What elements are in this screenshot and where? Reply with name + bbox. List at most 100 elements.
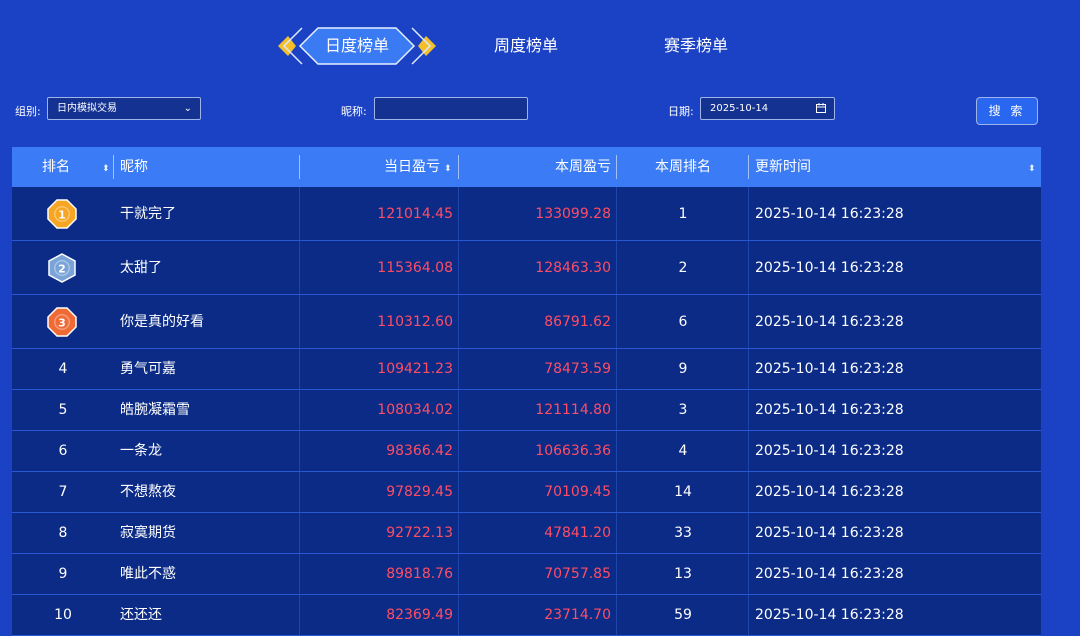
nickname-cell: 还还还: [120, 607, 162, 623]
sort-time-icon[interactable]: ⬍: [1024, 147, 1036, 187]
update-time-cell: 2025-10-14 16:23:28: [755, 607, 904, 623]
column-gridline: [299, 295, 300, 348]
nickname-cell: 不想熬夜: [120, 484, 176, 500]
date-value: 2025-10-14: [710, 103, 769, 114]
table-row: 8 寂寞期货 92722.13 47841.20 33 2025-10-14 16:23:…: [12, 513, 1041, 554]
column-divider: [748, 155, 749, 179]
weekly-pnl-cell: 86791.62: [544, 314, 611, 330]
week-rank-cell: 3: [678, 402, 688, 418]
nickname-cell: 一条龙: [120, 443, 162, 459]
tab-weekly[interactable]: 周度榜单: [476, 24, 576, 68]
column-gridline: [299, 187, 300, 240]
rank-cell: 8: [58, 525, 68, 541]
daily-pnl-cell: 108034.02: [377, 402, 453, 418]
weekly-pnl-cell: 78473.59: [544, 361, 611, 377]
update-time-cell: 2025-10-14 16:23:28: [755, 525, 904, 541]
daily-pnl-cell: 109421.23: [377, 361, 453, 377]
update-time-cell: 2025-10-14 16:23:28: [755, 314, 904, 330]
update-time-cell: 2025-10-14 16:23:28: [755, 206, 904, 222]
column-daily-label: 当日盈亏: [384, 159, 440, 175]
leaderboard-tabs: 日度榜单 周度榜单 赛季榜单: [0, 22, 1080, 70]
update-time-cell: 2025-10-14 16:23:28: [755, 361, 904, 377]
rank-medal-icon: 2: [47, 253, 77, 283]
table-row: 1 干就完了 121014.45 133099.28 1 2025-10-14 16:23…: [12, 187, 1041, 241]
svg-text:2: 2: [58, 263, 66, 276]
date-label: 日期:: [668, 105, 694, 118]
tab-season[interactable]: 赛季榜单: [646, 24, 746, 68]
column-gridline: [458, 241, 459, 294]
week-rank-cell: 4: [678, 443, 688, 459]
leaderboard-table: 排名 ⬍ 昵称 当日盈亏 ⬍ 本周盈亏 本周排名 更新时间 ⬍ 1 干就完了 1210…: [12, 147, 1041, 636]
column-gridline: [458, 349, 459, 389]
week-rank-cell: 9: [678, 361, 688, 377]
nickname-cell: 寂寞期货: [120, 525, 176, 541]
column-gridline: [299, 554, 300, 594]
column-gridline: [748, 472, 749, 512]
rank-medal-icon: 1: [47, 199, 77, 229]
column-gridline: [616, 431, 617, 471]
rank-cell: 6: [58, 443, 68, 459]
tab-daily[interactable]: 日度榜单: [276, 24, 438, 68]
daily-pnl-cell: 97829.45: [386, 484, 453, 500]
update-time-cell: 2025-10-14 16:23:28: [755, 443, 904, 459]
sort-daily-icon[interactable]: ⬍: [444, 164, 452, 174]
week-rank-cell: 59: [674, 607, 692, 623]
week-rank-cell: 13: [674, 566, 692, 582]
column-gridline: [299, 241, 300, 294]
table-row: 5 皓腕凝霜雪 108034.02 121114.80 3 2025-10-14 16:2…: [12, 390, 1041, 431]
column-week-rank: 本周排名: [655, 159, 711, 175]
weekly-pnl-cell: 47841.20: [544, 525, 611, 541]
weekly-pnl-cell: 23714.70: [544, 607, 611, 623]
week-rank-cell: 2: [678, 260, 688, 276]
group-select-value: 日内模拟交易: [57, 103, 117, 114]
table-row: 10 还还还 82369.49 23714.70 59 2025-10-14 16:23:…: [12, 595, 1041, 636]
column-gridline: [458, 295, 459, 348]
column-divider: [113, 155, 114, 179]
update-time-cell: 2025-10-14 16:23:28: [755, 484, 904, 500]
column-gridline: [458, 513, 459, 553]
rank-cell: 10: [54, 607, 72, 623]
svg-text:1: 1: [58, 209, 66, 222]
column-gridline: [458, 390, 459, 430]
column-gridline: [616, 241, 617, 294]
column-daily[interactable]: 当日盈亏 ⬍: [384, 147, 452, 187]
column-gridline: [299, 349, 300, 389]
column-gridline: [299, 513, 300, 553]
nickname-cell: 勇气可嘉: [120, 361, 176, 377]
sort-rank-icon[interactable]: ⬍: [98, 147, 110, 187]
weekly-pnl-cell: 121114.80: [535, 402, 611, 418]
column-gridline: [299, 390, 300, 430]
daily-pnl-cell: 110312.60: [377, 314, 453, 330]
nickname-cell: 你是真的好看: [120, 314, 204, 330]
date-picker[interactable]: 2025-10-14: [700, 97, 835, 120]
column-update-time: 更新时间: [755, 159, 811, 175]
weekly-pnl-cell: 133099.28: [535, 206, 611, 222]
nickname-cell: 太甜了: [120, 260, 162, 276]
column-nickname: 昵称: [120, 159, 148, 175]
daily-pnl-cell: 82369.49: [386, 607, 453, 623]
column-gridline: [748, 431, 749, 471]
table-header: 排名 ⬍ 昵称 当日盈亏 ⬍ 本周盈亏 本周排名 更新时间 ⬍: [12, 147, 1041, 187]
column-gridline: [616, 513, 617, 553]
weekly-pnl-cell: 128463.30: [535, 260, 611, 276]
column-gridline: [299, 431, 300, 471]
column-gridline: [748, 390, 749, 430]
column-rank[interactable]: 排名: [42, 147, 70, 187]
update-time-cell: 2025-10-14 16:23:28: [755, 566, 904, 582]
weekly-pnl-cell: 70757.85: [544, 566, 611, 582]
column-gridline: [458, 187, 459, 240]
group-select[interactable]: 日内模拟交易 ⌄: [47, 97, 201, 120]
column-gridline: [748, 595, 749, 635]
nickname-input[interactable]: [374, 97, 528, 120]
column-gridline: [748, 241, 749, 294]
search-button[interactable]: 搜 索: [976, 97, 1038, 125]
update-time-cell: 2025-10-14 16:23:28: [755, 260, 904, 276]
tab-daily-label: 日度榜单: [324, 36, 389, 55]
table-row: 2 太甜了 115364.08 128463.30 2 2025-10-14 16:23:…: [12, 241, 1041, 295]
svg-text:3: 3: [58, 317, 66, 330]
column-rank-label: 排名: [42, 159, 70, 175]
column-gridline: [616, 187, 617, 240]
column-weekly: 本周盈亏: [555, 159, 611, 175]
daily-pnl-cell: 121014.45: [377, 206, 453, 222]
week-rank-cell: 14: [674, 484, 692, 500]
